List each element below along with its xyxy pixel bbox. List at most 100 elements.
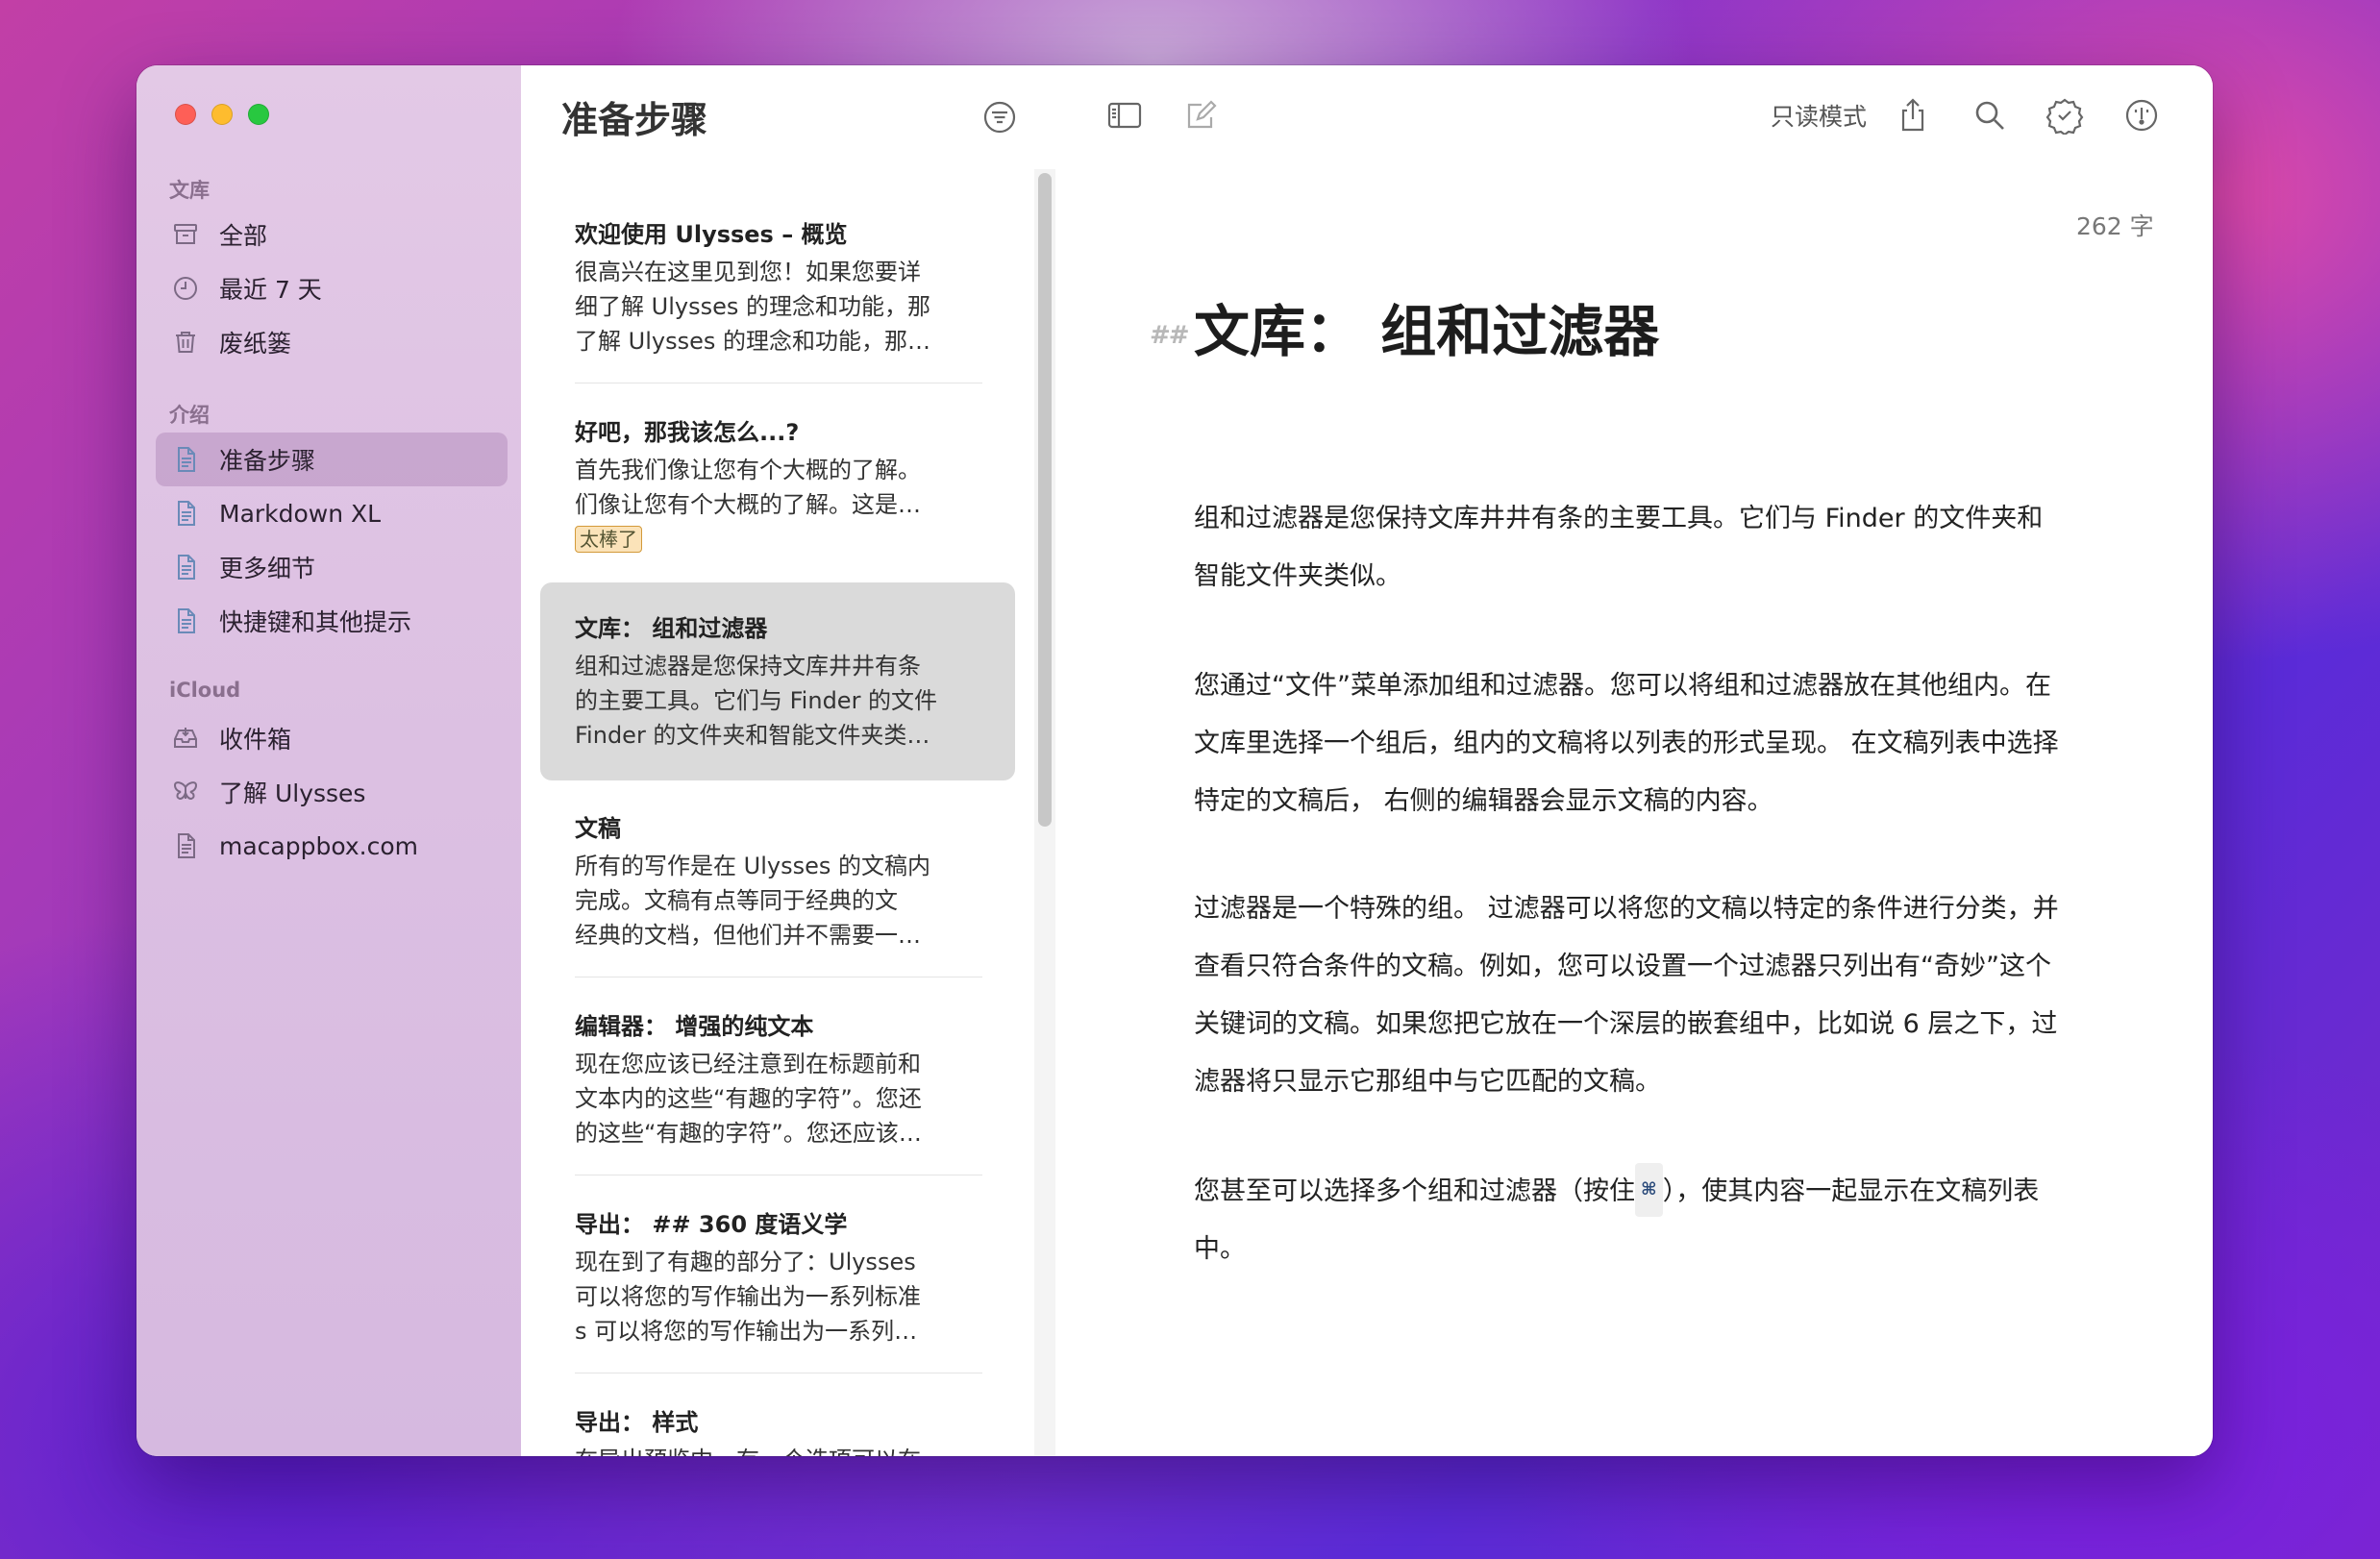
sidebar-item-label: 更多细节 (219, 555, 316, 582)
sidebar-item-prep-steps[interactable]: 准备步骤 (156, 433, 508, 486)
readonly-mode-button[interactable]: 只读模式 (1771, 98, 1867, 133)
sheet-item[interactable]: 导出： ## 360 度语义学 现在到了有趣的部分了：Ulysses 可以将您的… (540, 1205, 1015, 1349)
sidebar-item-label: 快捷键和其他提示 (219, 608, 412, 636)
sidebar-item-recent[interactable]: 最近 7 天 (156, 261, 508, 315)
window-controls (175, 104, 269, 125)
sheet-title: 编辑器： 增强的纯文本 (575, 1013, 814, 1040)
sheet-title: 欢迎使用 Ulysses – 概览 (575, 221, 848, 248)
sheet-excerpt: 很高兴在这里见到您！如果您要详 (575, 259, 921, 285)
sidebar: 文库 全部 最近 7 天 废纸篓 介绍 准备步骤 Markdown XL 更多细… (136, 65, 522, 1456)
sheet-item[interactable]: 欢迎使用 Ulysses – 概览 很高兴在这里见到您！如果您要详 细了解 Ul… (540, 215, 1015, 359)
sheet-item[interactable]: 导出： 样式 在导出预览中，有一个选项可以在 (540, 1403, 1015, 1456)
sidebar-item-label: 最近 7 天 (219, 276, 322, 304)
sheet-excerpt: 们像让您有个大概的了解。这是… (575, 491, 921, 518)
list-scrollbar[interactable] (1038, 173, 1052, 827)
sheet-item[interactable]: 文稿 所有的写作是在 Ulysses 的文稿内 完成。文稿有点等同于经典的文 经… (540, 809, 1015, 953)
sheet-excerpt: 完成。文稿有点等同于经典的文 (575, 887, 898, 914)
sidebar-toggle-icon (1105, 96, 1144, 138)
word-count[interactable]: 262 字 (2076, 208, 2154, 242)
body-paragraph[interactable]: 您甚至可以选择多个组和过滤器（按住 ⌘ ），使其内容一起显示在文稿列表中。 (1194, 1163, 2059, 1278)
sidebar-item-label: 了解 Ulysses (219, 780, 366, 807)
app-window: 文库 全部 最近 7 天 废纸篓 介绍 准备步骤 Markdown XL 更多细… (136, 65, 2213, 1456)
sidebar-item-inbox[interactable]: 收件箱 (156, 711, 508, 765)
section-intro: 介绍 (169, 404, 210, 427)
body-paragraph[interactable]: 您通过“文件”菜单添加组和过滤器。您可以将组和过滤器放在其他组内。在文库里选择一… (1194, 657, 2059, 830)
sheet-excerpt: 现在到了有趣的部分了：Ulysses (575, 1249, 916, 1275)
sheet-title: 导出： 样式 (575, 1409, 699, 1436)
sheet-list: 准备步骤 欢迎使用 Ulysses – 概览 很高兴在这里见到您！如果您要详 细… (521, 65, 1058, 1456)
section-icloud: iCloud (169, 679, 241, 702)
badge-check-icon (2045, 96, 2084, 138)
sidebar-item-label: Markdown XL (219, 499, 382, 528)
sidebar-item-label: 废纸篓 (219, 330, 292, 358)
paragraph-text: 您甚至可以选择多个组和过滤器（按住 (1194, 1176, 1635, 1206)
sheet-excerpt: 了解 Ulysses 的理念和功能，那… (575, 328, 930, 355)
search-button[interactable] (1971, 96, 2009, 138)
search-icon (1971, 96, 2009, 138)
sidebar-item-more-details[interactable]: 更多细节 (156, 540, 508, 594)
new-sheet-button[interactable] (1182, 96, 1221, 138)
sheet-item[interactable]: 好吧，那我该怎么...? 首先我们像让您有个大概的了解。 们像让您有个大概的了解… (540, 413, 1015, 553)
sidebar-item-all[interactable]: 全部 (156, 208, 508, 261)
sheet-excerpt: 文本内的这些“有趣的字符”。您还 (575, 1085, 922, 1112)
sidebar-item-macappbox[interactable]: macappbox.com (156, 819, 508, 873)
document-icon (169, 829, 202, 862)
goals-button[interactable] (2045, 96, 2084, 138)
sheet-excerpt: 组和过滤器是您保持文库井井有条 (575, 653, 921, 680)
editor: 只读模式 262 字 ## 文库： 组和过滤器 组和过滤器是您保持文库井井有条的… (1057, 65, 2213, 1456)
sidebar-item-label: 准备步骤 (219, 447, 316, 475)
close-window-button[interactable] (175, 104, 196, 125)
sheet-excerpt: 可以将您的写作输出为一系列标准 (575, 1283, 921, 1310)
sidebar-toggle-button[interactable] (1105, 96, 1144, 138)
sheet-item-selected[interactable]: 文库： 组和过滤器 组和过滤器是您保持文库井井有条 的主要工具。它们与 Find… (540, 582, 1015, 780)
sheet-excerpt: 细了解 Ulysses 的理念和功能，那 (575, 293, 930, 320)
heading-markup-marker: ## (1150, 321, 1190, 350)
sidebar-item-shortcuts[interactable]: 快捷键和其他提示 (156, 594, 508, 648)
trash-icon (169, 326, 202, 359)
share-icon (1894, 96, 1932, 138)
info-button[interactable] (2122, 96, 2161, 138)
command-key-glyph: ⌘ (1635, 1163, 1663, 1217)
section-library: 文库 (169, 179, 210, 202)
sheet-excerpt: 现在您应该已经注意到在标题前和 (575, 1051, 921, 1077)
sheet-item[interactable]: 编辑器： 增强的纯文本 现在您应该已经注意到在标题前和 文本内的这些“有趣的字符… (540, 1007, 1015, 1151)
dashboard-icon (2122, 96, 2161, 138)
sidebar-item-learn-ulysses[interactable]: 了解 Ulysses (156, 765, 508, 819)
list-title: 准备步骤 (561, 99, 708, 141)
sheet-title: 好吧，那我该怎么...? (575, 419, 800, 446)
document-icon (169, 497, 202, 530)
sidebar-item-label: 全部 (219, 222, 268, 250)
sheet-excerpt: s 可以将您的写作输出为一系列… (575, 1318, 918, 1345)
minimize-window-button[interactable] (211, 104, 233, 125)
keyword-tag[interactable]: 太棒了 (575, 526, 642, 553)
compose-icon (1182, 96, 1221, 138)
sheet-excerpt: 在导出预览中，有一个选项可以在 (575, 1443, 969, 1456)
inbox-icon (169, 722, 202, 755)
sheet-excerpt: Finder 的文件夹和智能文件夹类… (575, 722, 930, 749)
sheet-excerpt: 经典的文档，但他们并不需要一… (575, 922, 921, 949)
sidebar-item-label: 收件箱 (219, 726, 292, 754)
document-heading[interactable]: 文库： 组和过滤器 (1194, 286, 1659, 367)
sheet-excerpt: 的这些“有趣的字符”。您还应该… (575, 1120, 922, 1147)
sheet-excerpt: 首先我们像让您有个大概的了解。 (575, 457, 921, 483)
sidebar-item-label: macappbox.com (219, 831, 419, 860)
body-paragraph[interactable]: 组和过滤器是您保持文库井井有条的主要工具。它们与 Finder 的文件夹和智能文… (1194, 490, 2059, 606)
zoom-window-button[interactable] (248, 104, 269, 125)
archive-box-icon (169, 218, 202, 251)
sheet-title: 文库： 组和过滤器 (575, 615, 768, 642)
document-icon (169, 551, 202, 583)
sheet-excerpt: 所有的写作是在 Ulysses 的文稿内 (575, 853, 930, 879)
share-button[interactable] (1894, 96, 1932, 138)
sheet-excerpt: 的主要工具。它们与 Finder 的文件 (575, 687, 938, 714)
sheet-divider (575, 383, 982, 384)
sidebar-item-markdown-xl[interactable]: Markdown XL (156, 486, 508, 540)
sheet-title: 文稿 (575, 815, 621, 842)
filter-icon[interactable] (980, 98, 1019, 136)
sheet-title: 导出： ## 360 度语义学 (575, 1211, 848, 1238)
document-icon (169, 443, 202, 476)
clock-icon (169, 272, 202, 305)
body-paragraph[interactable]: 过滤器是一个特殊的组。 过滤器可以将您的文稿以特定的条件进行分类，并查看只符合条… (1194, 880, 2059, 1111)
document-icon (169, 605, 202, 637)
sidebar-item-trash[interactable]: 废纸篓 (156, 315, 508, 369)
butterfly-icon (169, 776, 202, 808)
